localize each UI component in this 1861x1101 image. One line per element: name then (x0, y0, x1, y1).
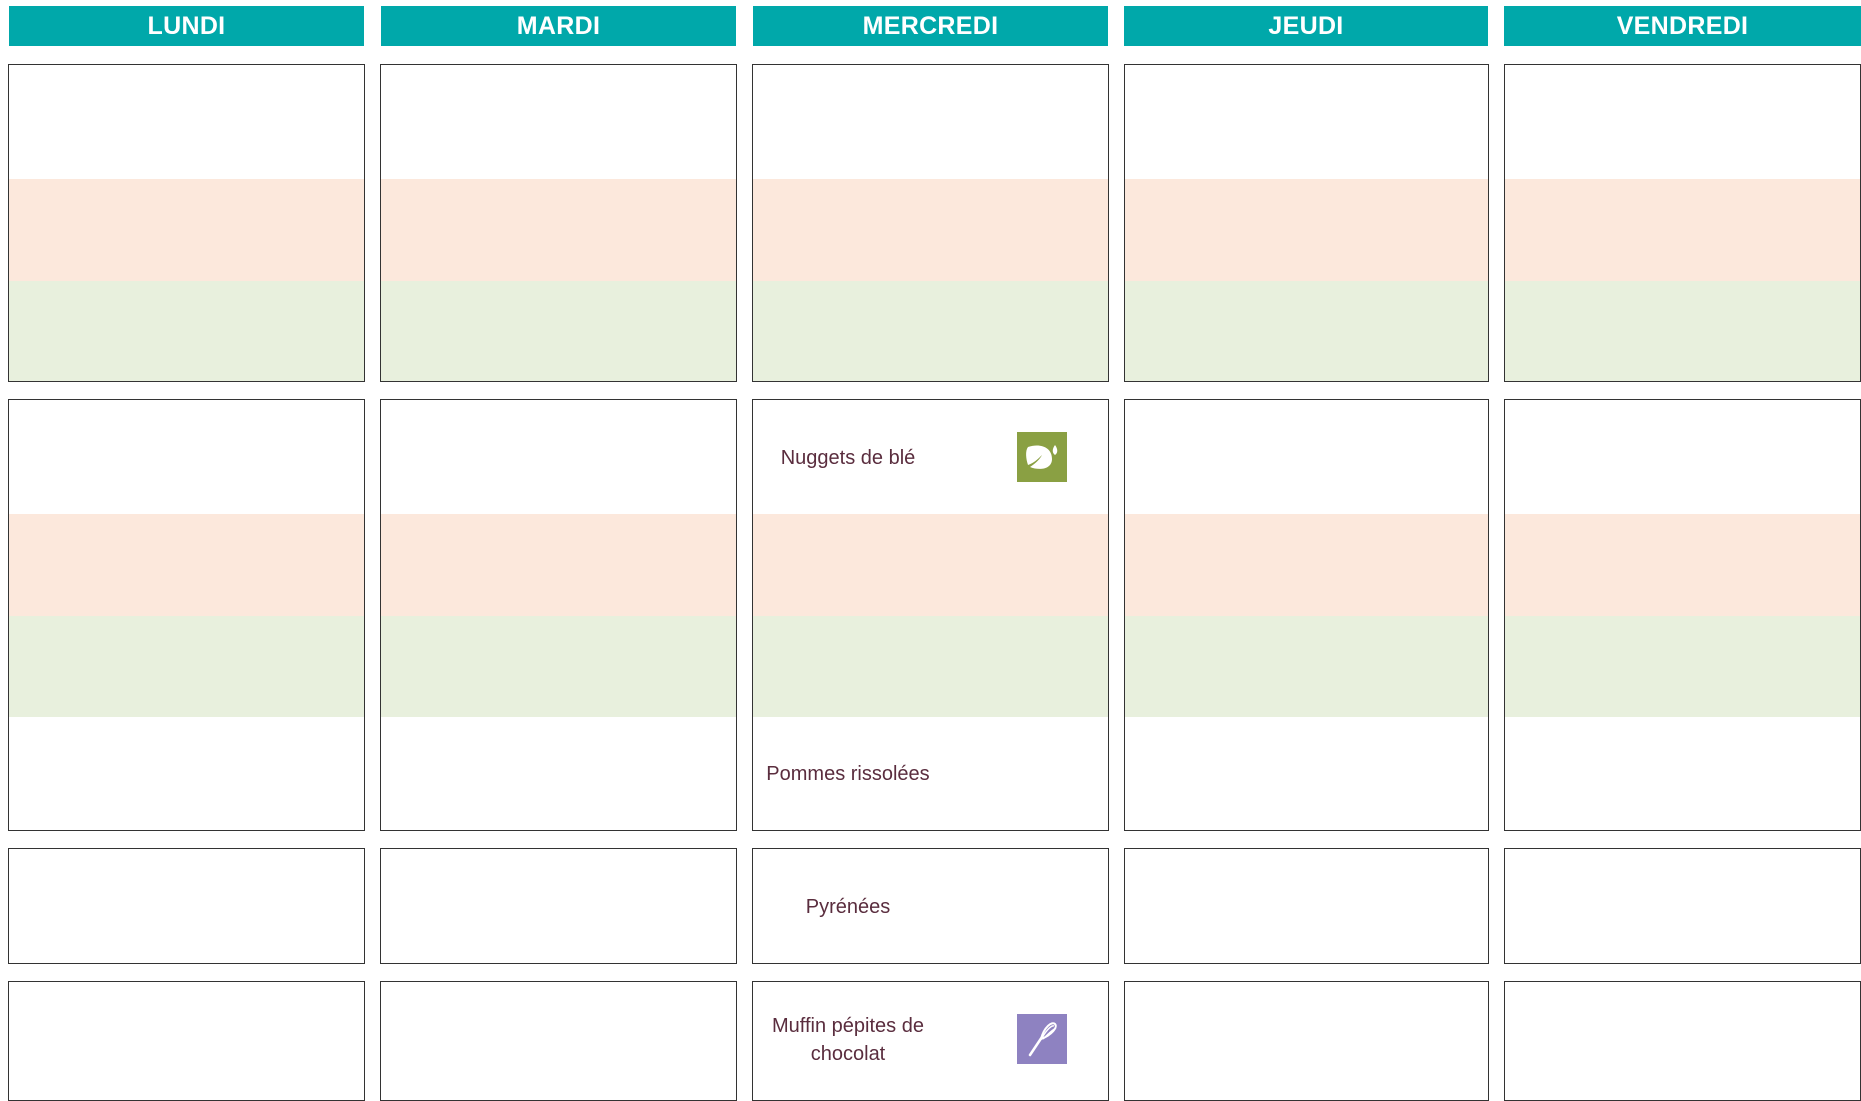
starter-cell-mercredi (752, 64, 1109, 382)
main-cell-vendredi (1504, 399, 1861, 831)
cheese-cell-lundi (8, 848, 365, 964)
main-cell-mardi (380, 399, 737, 831)
day-header-mercredi: MERCREDI (753, 6, 1108, 46)
dessert-cell-vendredi (1504, 981, 1861, 1101)
main-cell-jeudi (1124, 399, 1489, 831)
cheese-cell-mercredi: Pyrénées (752, 848, 1109, 964)
dessert-mercredi-line1: Muffin pépites de (772, 1015, 924, 1037)
starter-cell-mardi (380, 64, 737, 382)
cheese-cell-jeudi (1124, 848, 1489, 964)
homemade-whisk-icon (1017, 1014, 1067, 1064)
starter-cell-lundi (8, 64, 365, 382)
dessert-cell-jeudi (1124, 981, 1489, 1101)
dessert-cell-lundi (8, 981, 365, 1101)
main-dish-mercredi: Nuggets de blé (780, 447, 916, 469)
dessert-cell-mardi (380, 981, 737, 1101)
dessert-mercredi-line2: chocolat (810, 1043, 886, 1065)
day-header-jeudi: JEUDI (1124, 6, 1488, 46)
cheese-cell-mardi (380, 848, 737, 964)
main-cell-mercredi: Nuggets de blé Pommes rissolées (752, 399, 1109, 831)
main-cell-lundi (8, 399, 365, 831)
day-header-mardi: MARDI (381, 6, 736, 46)
cheese-mercredi: Pyrénées (805, 896, 891, 918)
day-header-vendredi: VENDREDI (1504, 6, 1861, 46)
side-dish-mercredi: Pommes rissolées (766, 763, 930, 785)
day-header-lundi: LUNDI (9, 6, 364, 46)
starter-cell-jeudi (1124, 64, 1489, 382)
vegetarian-leaf-icon (1017, 432, 1067, 482)
dessert-mercredi: Muffin pépites de chocolat (763, 1012, 933, 1068)
dessert-cell-mercredi: Muffin pépites de chocolat (752, 981, 1109, 1101)
starter-cell-vendredi (1504, 64, 1861, 382)
cheese-cell-vendredi (1504, 848, 1861, 964)
